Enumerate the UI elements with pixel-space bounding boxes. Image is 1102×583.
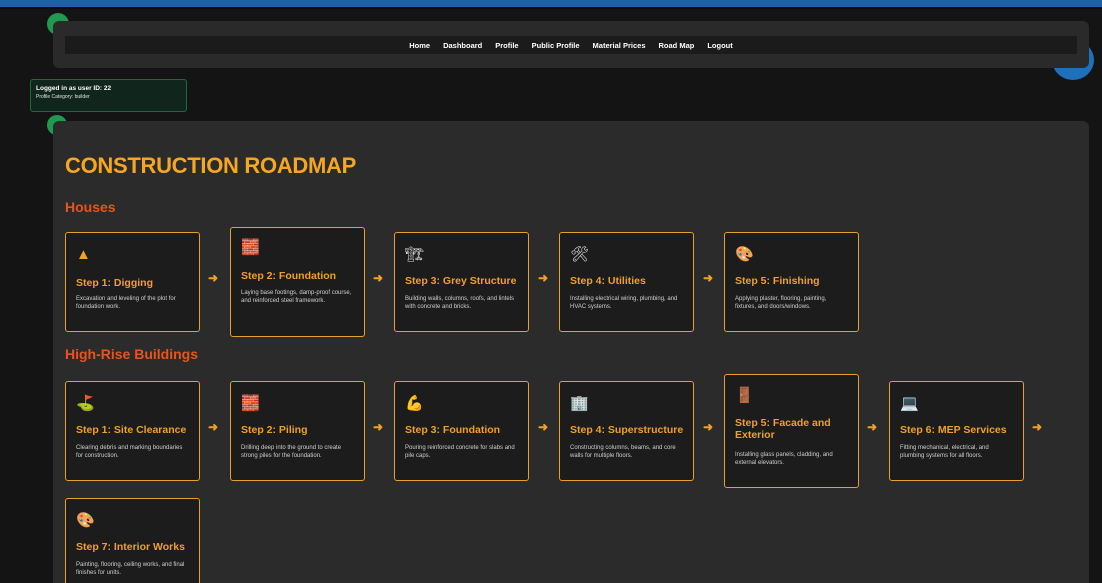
step-description: Installing electrical wiring, plumbing, … bbox=[570, 296, 678, 310]
highrise-step-card: 🏢 Step 4: Superstructure Constructing co… bbox=[559, 381, 694, 481]
construction-site-icon: 🏗 bbox=[405, 246, 425, 263]
arrow-icon: ➜ bbox=[373, 420, 384, 434]
step-title: Step 3: Foundation bbox=[405, 424, 501, 436]
step-description: Laying base footings, damp-proof course,… bbox=[241, 290, 352, 304]
step-title: Step 4: Superstructure bbox=[570, 424, 684, 436]
section-title-high-rise: High-Rise Buildings bbox=[65, 346, 198, 362]
nav-home[interactable]: Home bbox=[409, 41, 430, 50]
step-description: Applying plaster, flooring, painting, fi… bbox=[735, 296, 827, 310]
arrow-icon: ➜ bbox=[373, 271, 384, 285]
tools-icon: 🛠 bbox=[570, 246, 590, 263]
highrise-step-card: 💪 Step 3: Foundation Pouring reinforced … bbox=[394, 381, 529, 481]
profile-category: Profile Category: builder bbox=[36, 94, 90, 100]
step-title: Step 1: Digging bbox=[76, 277, 153, 289]
step-title: Step 7: Interior Works bbox=[76, 541, 185, 553]
step-description: Drilling deep into the ground to create … bbox=[241, 445, 342, 459]
step-title: Step 5: Facade and Exterior bbox=[735, 417, 831, 441]
arrow-icon: ➜ bbox=[1032, 420, 1043, 434]
houses-step-card: 🧱 Step 2: Foundation Laying base footing… bbox=[230, 227, 365, 337]
nav-profile[interactable]: Profile bbox=[495, 41, 518, 50]
muscle-icon: 💪 bbox=[405, 395, 424, 412]
palette-icon: 🎨 bbox=[735, 246, 754, 263]
step-title: Step 6: MEP Services bbox=[900, 424, 1007, 436]
highrise-step-card: 🧱 Step 2: Piling Drilling deep into the … bbox=[230, 381, 365, 481]
nav-dashboard[interactable]: Dashboard bbox=[443, 41, 482, 50]
step-description: Pouring reinforced concrete for slabs an… bbox=[405, 445, 515, 459]
houses-step-card: 🎨 Step 5: Finishing Applying plaster, fl… bbox=[724, 232, 859, 332]
roadmap-panel: CONSTRUCTION ROADMAP Houses ▲ Step 1: Di… bbox=[53, 121, 1089, 583]
door-icon: 🚪 bbox=[735, 387, 754, 404]
arrow-icon: ➜ bbox=[867, 420, 878, 434]
nav-material-prices[interactable]: Material Prices bbox=[593, 41, 646, 50]
step-title: Step 4: Utilities bbox=[570, 275, 646, 287]
page-title: CONSTRUCTION ROADMAP bbox=[65, 153, 356, 178]
nav-public-profile[interactable]: Public Profile bbox=[532, 41, 580, 50]
arrow-icon: ➜ bbox=[703, 271, 714, 285]
highrise-step-card: 🚪 Step 5: Facade and Exterior Installing… bbox=[724, 374, 859, 488]
top-divider bbox=[0, 7, 1102, 9]
arrow-icon: ➜ bbox=[208, 420, 219, 434]
highrise-step-card: ⛳ Step 1: Site Clearance Clearing debris… bbox=[65, 381, 200, 481]
step-description: Building walls, columns, roofs, and lint… bbox=[405, 296, 515, 310]
arrow-icon: ➜ bbox=[538, 420, 549, 434]
step-title: Step 2: Piling bbox=[241, 424, 308, 436]
navbar-links: Home Dashboard Profile Public Profile Ma… bbox=[65, 36, 1077, 54]
houses-step-card: 🛠 Step 4: Utilities Installing electrica… bbox=[559, 232, 694, 332]
cone-icon: ▲ bbox=[76, 246, 91, 263]
brick-icon: 🧱 bbox=[241, 395, 260, 412]
section-title-houses: Houses bbox=[65, 199, 116, 215]
flag-icon: ⛳ bbox=[76, 395, 95, 412]
nav-road-map[interactable]: Road Map bbox=[659, 41, 695, 50]
step-description: Clearing debris and marking boundaries f… bbox=[76, 445, 183, 459]
step-description: Constructing columns, beams, and core wa… bbox=[570, 445, 676, 459]
step-title: Step 3: Grey Structure bbox=[405, 275, 517, 287]
arrow-icon: ➜ bbox=[208, 271, 219, 285]
arrow-icon: ➜ bbox=[538, 271, 549, 285]
brick-icon: 🧱 bbox=[241, 239, 260, 256]
highrise-step-card: 🎨 Step 7: Interior Works Painting, floor… bbox=[65, 498, 200, 583]
palette-icon: 🎨 bbox=[76, 512, 95, 529]
step-description: Excavation and leveling of the plot for … bbox=[76, 296, 176, 310]
nav-logout[interactable]: Logout bbox=[707, 41, 732, 50]
arrow-icon: ➜ bbox=[703, 420, 714, 434]
top-accent-bar bbox=[0, 0, 1102, 7]
step-description: Fitting mechanical, electrical, and plum… bbox=[900, 445, 989, 459]
laptop-icon: 💻 bbox=[900, 395, 919, 412]
login-status-box: Logged in as user ID: 22 Profile Categor… bbox=[30, 79, 187, 112]
houses-step-card: 🏗 Step 3: Grey Structure Building walls,… bbox=[394, 232, 529, 332]
step-title: Step 5: Finishing bbox=[735, 275, 820, 287]
navbar: Home Dashboard Profile Public Profile Ma… bbox=[53, 21, 1089, 68]
highrise-step-card: 💻 Step 6: MEP Services Fitting mechanica… bbox=[889, 381, 1024, 481]
building-icon: 🏢 bbox=[570, 395, 589, 412]
step-description: Installing glass panels, cladding, and e… bbox=[735, 452, 833, 466]
step-title: Step 1: Site Clearance bbox=[76, 424, 187, 436]
step-description: Painting, flooring, ceiling works, and f… bbox=[76, 562, 185, 576]
logged-in-user: Logged in as user ID: 22 bbox=[36, 85, 112, 92]
step-title: Step 2: Foundation bbox=[241, 270, 337, 282]
houses-step-card: ▲ Step 1: Digging Excavation and levelin… bbox=[65, 232, 200, 332]
